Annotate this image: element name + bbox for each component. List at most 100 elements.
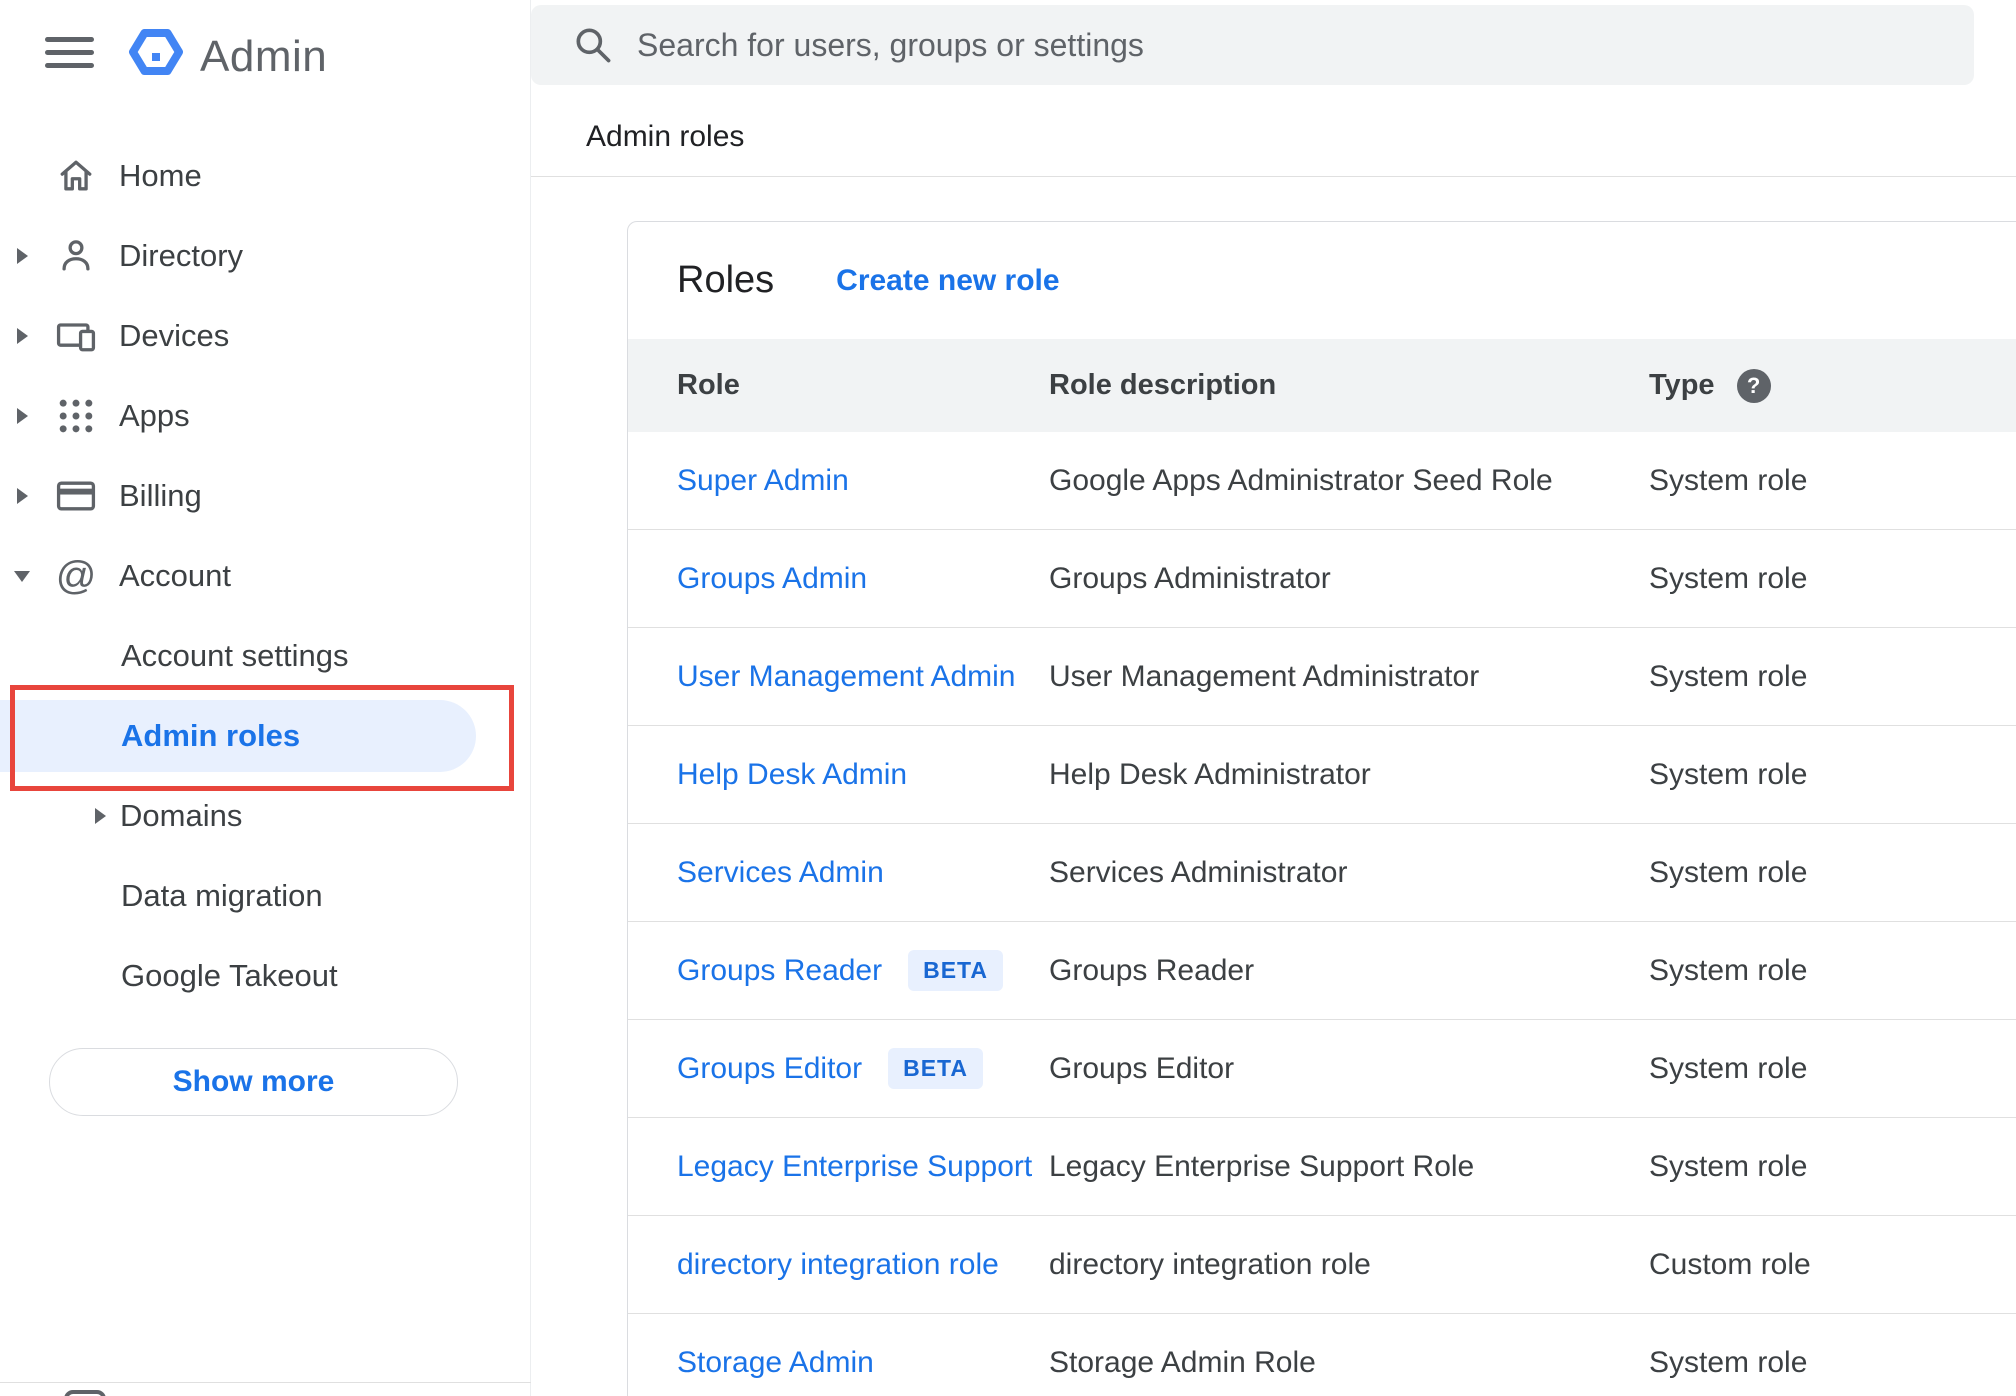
sidebar-item-label: Account settings: [121, 638, 349, 673]
sidebar-item-home[interactable]: Home: [0, 136, 530, 216]
menu-bar: [45, 49, 94, 55]
home-icon: [53, 153, 99, 199]
collapse-arrow-icon[interactable]: [0, 570, 44, 582]
sidebar-item-label: Domains: [120, 798, 243, 833]
table-row[interactable]: Groups Reader BETA Groups Reader System …: [628, 922, 2016, 1020]
sidebar: Admin Home Directory Devices Apps Billin…: [0, 0, 531, 1396]
sidebar-item-domains[interactable]: Domains: [0, 776, 530, 856]
role-cell: Legacy Enterprise Support: [677, 1150, 1049, 1184]
role-description: directory integration role: [1049, 1247, 1371, 1281]
table-row[interactable]: directory integration role directory int…: [628, 1216, 2016, 1314]
sidebar-item-apps[interactable]: Apps: [0, 376, 530, 456]
sidebar-item-devices[interactable]: Devices: [0, 296, 530, 376]
card-title: Roles: [677, 259, 775, 301]
expand-arrow-icon[interactable]: [0, 248, 44, 264]
expand-arrow-icon[interactable]: [95, 808, 106, 824]
role-link[interactable]: User Management Admin: [677, 660, 1016, 694]
expand-arrow-icon[interactable]: [0, 328, 44, 344]
role-description: Legacy Enterprise Support Role: [1049, 1149, 1475, 1183]
table-row[interactable]: User Management Admin User Management Ad…: [628, 628, 2016, 726]
sidebar-item-label: Admin roles: [121, 718, 301, 753]
role-description: Storage Admin Role: [1049, 1345, 1316, 1379]
role-cell: Storage Admin: [677, 1346, 1049, 1380]
sidebar-item-account[interactable]: @ Account: [0, 536, 530, 616]
role-link[interactable]: Groups Reader: [677, 954, 882, 988]
sidebar-item-data-migration[interactable]: Data migration: [0, 856, 530, 936]
role-cell: Super Admin: [677, 464, 1049, 498]
sidebar-item-label: Google Takeout: [121, 958, 338, 993]
role-type: System role: [1649, 855, 1808, 889]
role-link[interactable]: Super Admin: [677, 464, 849, 498]
show-more-button[interactable]: Show more: [49, 1048, 458, 1116]
admin-logo-icon: [128, 28, 184, 81]
sidebar-bottom-divider: [0, 1382, 531, 1383]
search-input[interactable]: [637, 26, 1934, 64]
role-type: System role: [1649, 1051, 1808, 1085]
sidebar-item-admin-roles[interactable]: Admin roles: [0, 696, 530, 776]
role-description: Help Desk Administrator: [1049, 757, 1371, 791]
role-link[interactable]: Help Desk Admin: [677, 758, 907, 792]
role-description: Google Apps Administrator Seed Role: [1049, 463, 1553, 497]
column-header-role: Role: [677, 369, 740, 401]
table-row[interactable]: Super Admin Google Apps Administrator Se…: [628, 432, 2016, 530]
role-description: User Management Administrator: [1049, 659, 1480, 693]
sidebar-item-label: Home: [119, 158, 202, 193]
content-divider: [531, 176, 2016, 177]
sidebar-item-label: Billing: [119, 478, 202, 513]
sidebar-item-directory[interactable]: Directory: [0, 216, 530, 296]
search-bar[interactable]: [531, 5, 1974, 85]
column-header-type-label: Type: [1649, 369, 1715, 401]
table-row[interactable]: Services Admin Services Administrator Sy…: [628, 824, 2016, 922]
bottom-panel-icon: [64, 1390, 106, 1396]
table-row[interactable]: Groups Editor BETA Groups Editor System …: [628, 1020, 2016, 1118]
role-cell: Services Admin: [677, 856, 1049, 890]
help-icon[interactable]: ?: [1736, 368, 1771, 403]
role-link[interactable]: Storage Admin: [677, 1346, 874, 1380]
search-icon[interactable]: [571, 23, 615, 67]
menu-bar: [45, 36, 94, 42]
column-header-type: Type ?: [1649, 368, 2016, 403]
sidebar-item-label: Data migration: [121, 878, 323, 913]
expand-arrow-icon[interactable]: [0, 488, 44, 504]
sidebar-item-label: Devices: [119, 318, 230, 353]
create-new-role-link[interactable]: Create new role: [836, 264, 1059, 298]
role-link[interactable]: Services Admin: [677, 856, 884, 890]
role-type: System role: [1649, 561, 1808, 595]
role-description: Services Administrator: [1049, 855, 1348, 889]
column-header-description: Role description: [1049, 369, 1277, 401]
role-link[interactable]: Groups Admin: [677, 562, 867, 596]
sidebar-item-label: Directory: [119, 238, 244, 273]
table-row[interactable]: Help Desk Admin Help Desk Administrator …: [628, 726, 2016, 824]
sidebar-item-billing[interactable]: Billing: [0, 456, 530, 536]
table-row[interactable]: Storage Admin Storage Admin Role System …: [628, 1314, 2016, 1396]
sidebar-header: Admin: [0, 0, 530, 136]
role-link[interactable]: Legacy Enterprise Support: [677, 1150, 1032, 1184]
apps-grid-icon: [53, 393, 99, 439]
sidebar-item-label: Apps: [119, 398, 190, 433]
role-type: System role: [1649, 953, 1808, 987]
role-type: System role: [1649, 1149, 1808, 1183]
sidebar-nav: Home Directory Devices Apps Billing @ Ac…: [0, 136, 530, 1116]
role-cell: Groups Admin: [677, 562, 1049, 596]
menu-icon[interactable]: [45, 30, 94, 74]
sidebar-item-google-takeout[interactable]: Google Takeout: [0, 936, 530, 1016]
expand-arrow-icon[interactable]: [0, 408, 44, 424]
roles-card: Roles Create new role Role Role descript…: [627, 221, 2016, 1396]
role-link[interactable]: Groups Editor: [677, 1052, 862, 1086]
menu-bar: [45, 62, 94, 68]
role-cell: Help Desk Admin: [677, 758, 1049, 792]
role-link[interactable]: directory integration role: [677, 1248, 999, 1282]
sidebar-item-account-settings[interactable]: Account settings: [0, 616, 530, 696]
at-sign-icon: @: [55, 554, 97, 598]
role-type: System role: [1649, 463, 1808, 497]
table-row[interactable]: Legacy Enterprise Support Legacy Enterpr…: [628, 1118, 2016, 1216]
role-cell: User Management Admin: [677, 660, 1049, 694]
card-header: Roles Create new role: [628, 222, 2016, 339]
credit-card-icon: [53, 473, 99, 519]
app-title: Admin: [200, 32, 328, 81]
devices-icon: [53, 313, 99, 359]
table-row[interactable]: Groups Admin Groups Administrator System…: [628, 530, 2016, 628]
role-cell: Groups Editor BETA: [677, 1048, 1049, 1089]
role-type: System role: [1649, 1345, 1808, 1379]
role-description: Groups Reader: [1049, 953, 1255, 987]
